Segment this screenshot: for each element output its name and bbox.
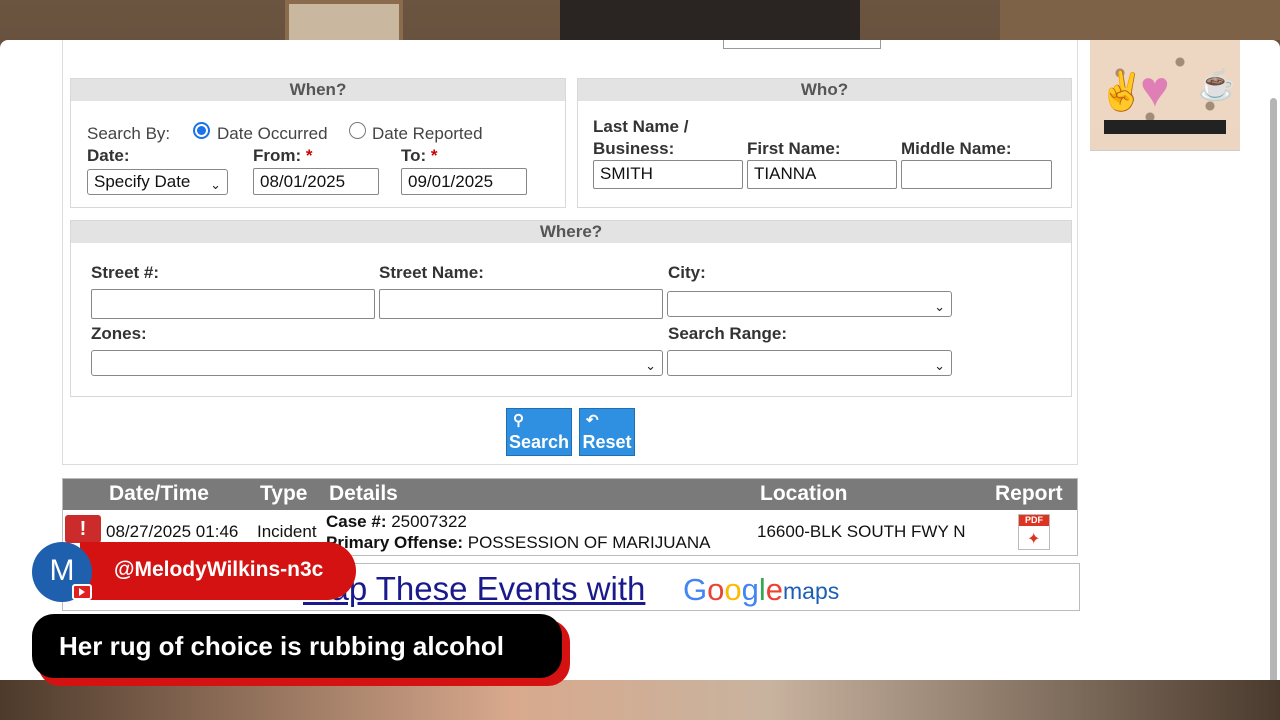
channel-badge: M @MelodyWilkins-n3c xyxy=(32,542,356,602)
google-maps-label[interactable]: maps xyxy=(783,578,839,605)
date-reported-label[interactable]: Date Reported xyxy=(372,124,483,144)
from-label: From: * xyxy=(253,146,313,166)
heart-icon: ♥ xyxy=(1140,61,1170,117)
background-object xyxy=(560,0,860,40)
street-number-input[interactable] xyxy=(91,289,375,319)
city-select[interactable]: ⌄ xyxy=(667,291,952,317)
where-panel: Where? Street #: Street Name: City: ⌄ Zo… xyxy=(70,220,1072,397)
row-location: 16600-BLK SOUTH FWY N xyxy=(757,522,966,541)
middle-name-label: Middle Name: xyxy=(901,139,1012,158)
undo-icon: ↶ xyxy=(586,412,599,429)
video-caption: Her rug of choice is rubbing alcohol xyxy=(32,614,562,678)
street-number-label: Street #: xyxy=(91,263,160,282)
column-header[interactable]: Date/Time xyxy=(109,482,209,506)
date-reported-radio[interactable] xyxy=(349,122,366,139)
last-name-label-2: Business: xyxy=(593,139,675,158)
reset-button-label: Reset xyxy=(582,432,632,452)
pdf-icon[interactable]: PDF ✦ xyxy=(1018,514,1050,550)
google-logo[interactable]: Google xyxy=(683,572,783,608)
row-type: Incident xyxy=(257,522,317,541)
peace-sign-icon: ✌ xyxy=(1098,71,1146,113)
search-range-select[interactable]: ⌄ xyxy=(667,350,952,376)
pdf-icon-label: PDF xyxy=(1019,515,1049,526)
date-occurred-radio[interactable] xyxy=(193,122,210,139)
zones-select[interactable]: ⌄ xyxy=(91,350,663,376)
case-label: Case #: xyxy=(326,512,387,531)
chevron-down-icon: ⌄ xyxy=(934,358,945,373)
cup-icon: ☕ xyxy=(1198,69,1236,102)
from-label-text: From: xyxy=(253,146,302,165)
first-name-label: First Name: xyxy=(747,139,841,158)
to-label: To: * xyxy=(401,146,438,166)
presenter-area xyxy=(0,680,1280,720)
street-name-input[interactable] xyxy=(379,289,663,319)
from-date-input[interactable]: 08/01/2025 xyxy=(253,168,379,195)
street-name-label: Street Name: xyxy=(379,263,484,282)
youtube-icon xyxy=(72,584,92,600)
city-label: City: xyxy=(668,263,706,282)
column-header[interactable]: Report xyxy=(995,482,1063,506)
sticker-script-banner xyxy=(1104,120,1226,134)
column-header[interactable]: Type xyxy=(260,482,307,506)
clipped-top-input[interactable] xyxy=(723,40,881,49)
reset-button[interactable]: ↶ Reset xyxy=(579,408,635,456)
where-heading: Where? xyxy=(71,221,1071,243)
when-panel: When? Search By: Date Occurred Date Repo… xyxy=(70,78,566,208)
middle-name-input[interactable] xyxy=(901,160,1052,189)
date-type-select[interactable]: Specify Date ⌄ xyxy=(87,169,228,195)
column-header[interactable]: Location xyxy=(760,482,848,506)
first-name-input[interactable]: TIANNA xyxy=(747,160,897,189)
to-label-text: To: xyxy=(401,146,427,165)
search-button-label: Search xyxy=(508,432,570,452)
background-shelf xyxy=(1000,0,1280,40)
search-form: When? Search By: Date Occurred Date Repo… xyxy=(62,40,1078,465)
date-occurred-label[interactable]: Date Occurred xyxy=(217,124,328,144)
google-logo-text: Google xyxy=(683,572,784,607)
search-button[interactable]: ⚲ Search xyxy=(506,408,572,456)
search-range-label: Search Range: xyxy=(668,324,788,343)
channel-sticker-logo: ✌ ♥ ☕ xyxy=(1090,40,1240,151)
search-by-label: Search By: xyxy=(87,124,171,143)
offense-value: POSSESSION OF MARIJUANA xyxy=(467,533,711,552)
column-header[interactable]: Details xyxy=(329,482,398,506)
to-date-input[interactable]: 09/01/2025 xyxy=(401,168,527,195)
search-icon: ⚲ xyxy=(513,412,524,429)
zones-label: Zones: xyxy=(91,324,147,343)
date-type-value: Specify Date xyxy=(94,172,191,191)
date-label: Date: xyxy=(87,146,130,165)
channel-handle: @MelodyWilkins-n3c xyxy=(114,558,324,581)
row-case: Case #: 25007322 xyxy=(326,512,467,532)
who-panel: Who? Last Name / Business: First Name: M… xyxy=(577,78,1072,208)
chevron-down-icon: ⌄ xyxy=(210,177,221,192)
case-number: 25007322 xyxy=(391,512,467,531)
chevron-down-icon: ⌄ xyxy=(645,358,656,373)
when-heading: When? xyxy=(71,79,565,101)
warning-icon: ! xyxy=(65,515,101,543)
last-name-label-1: Last Name / xyxy=(593,117,689,136)
chevron-down-icon: ⌄ xyxy=(934,299,945,314)
table-header: Date/Time Type Details Location Report xyxy=(63,479,1077,510)
row-offense: Primary Offense: POSSESSION OF MARIJUANA xyxy=(326,533,711,553)
vertical-scrollbar[interactable] xyxy=(1270,98,1277,680)
row-datetime: 08/27/2025 01:46 xyxy=(106,522,239,541)
required-mark: * xyxy=(305,146,313,165)
last-name-input[interactable]: SMITH xyxy=(593,160,743,189)
who-heading: Who? xyxy=(578,79,1071,101)
required-mark: * xyxy=(430,146,438,165)
acrobat-icon: ✦ xyxy=(1027,531,1041,548)
